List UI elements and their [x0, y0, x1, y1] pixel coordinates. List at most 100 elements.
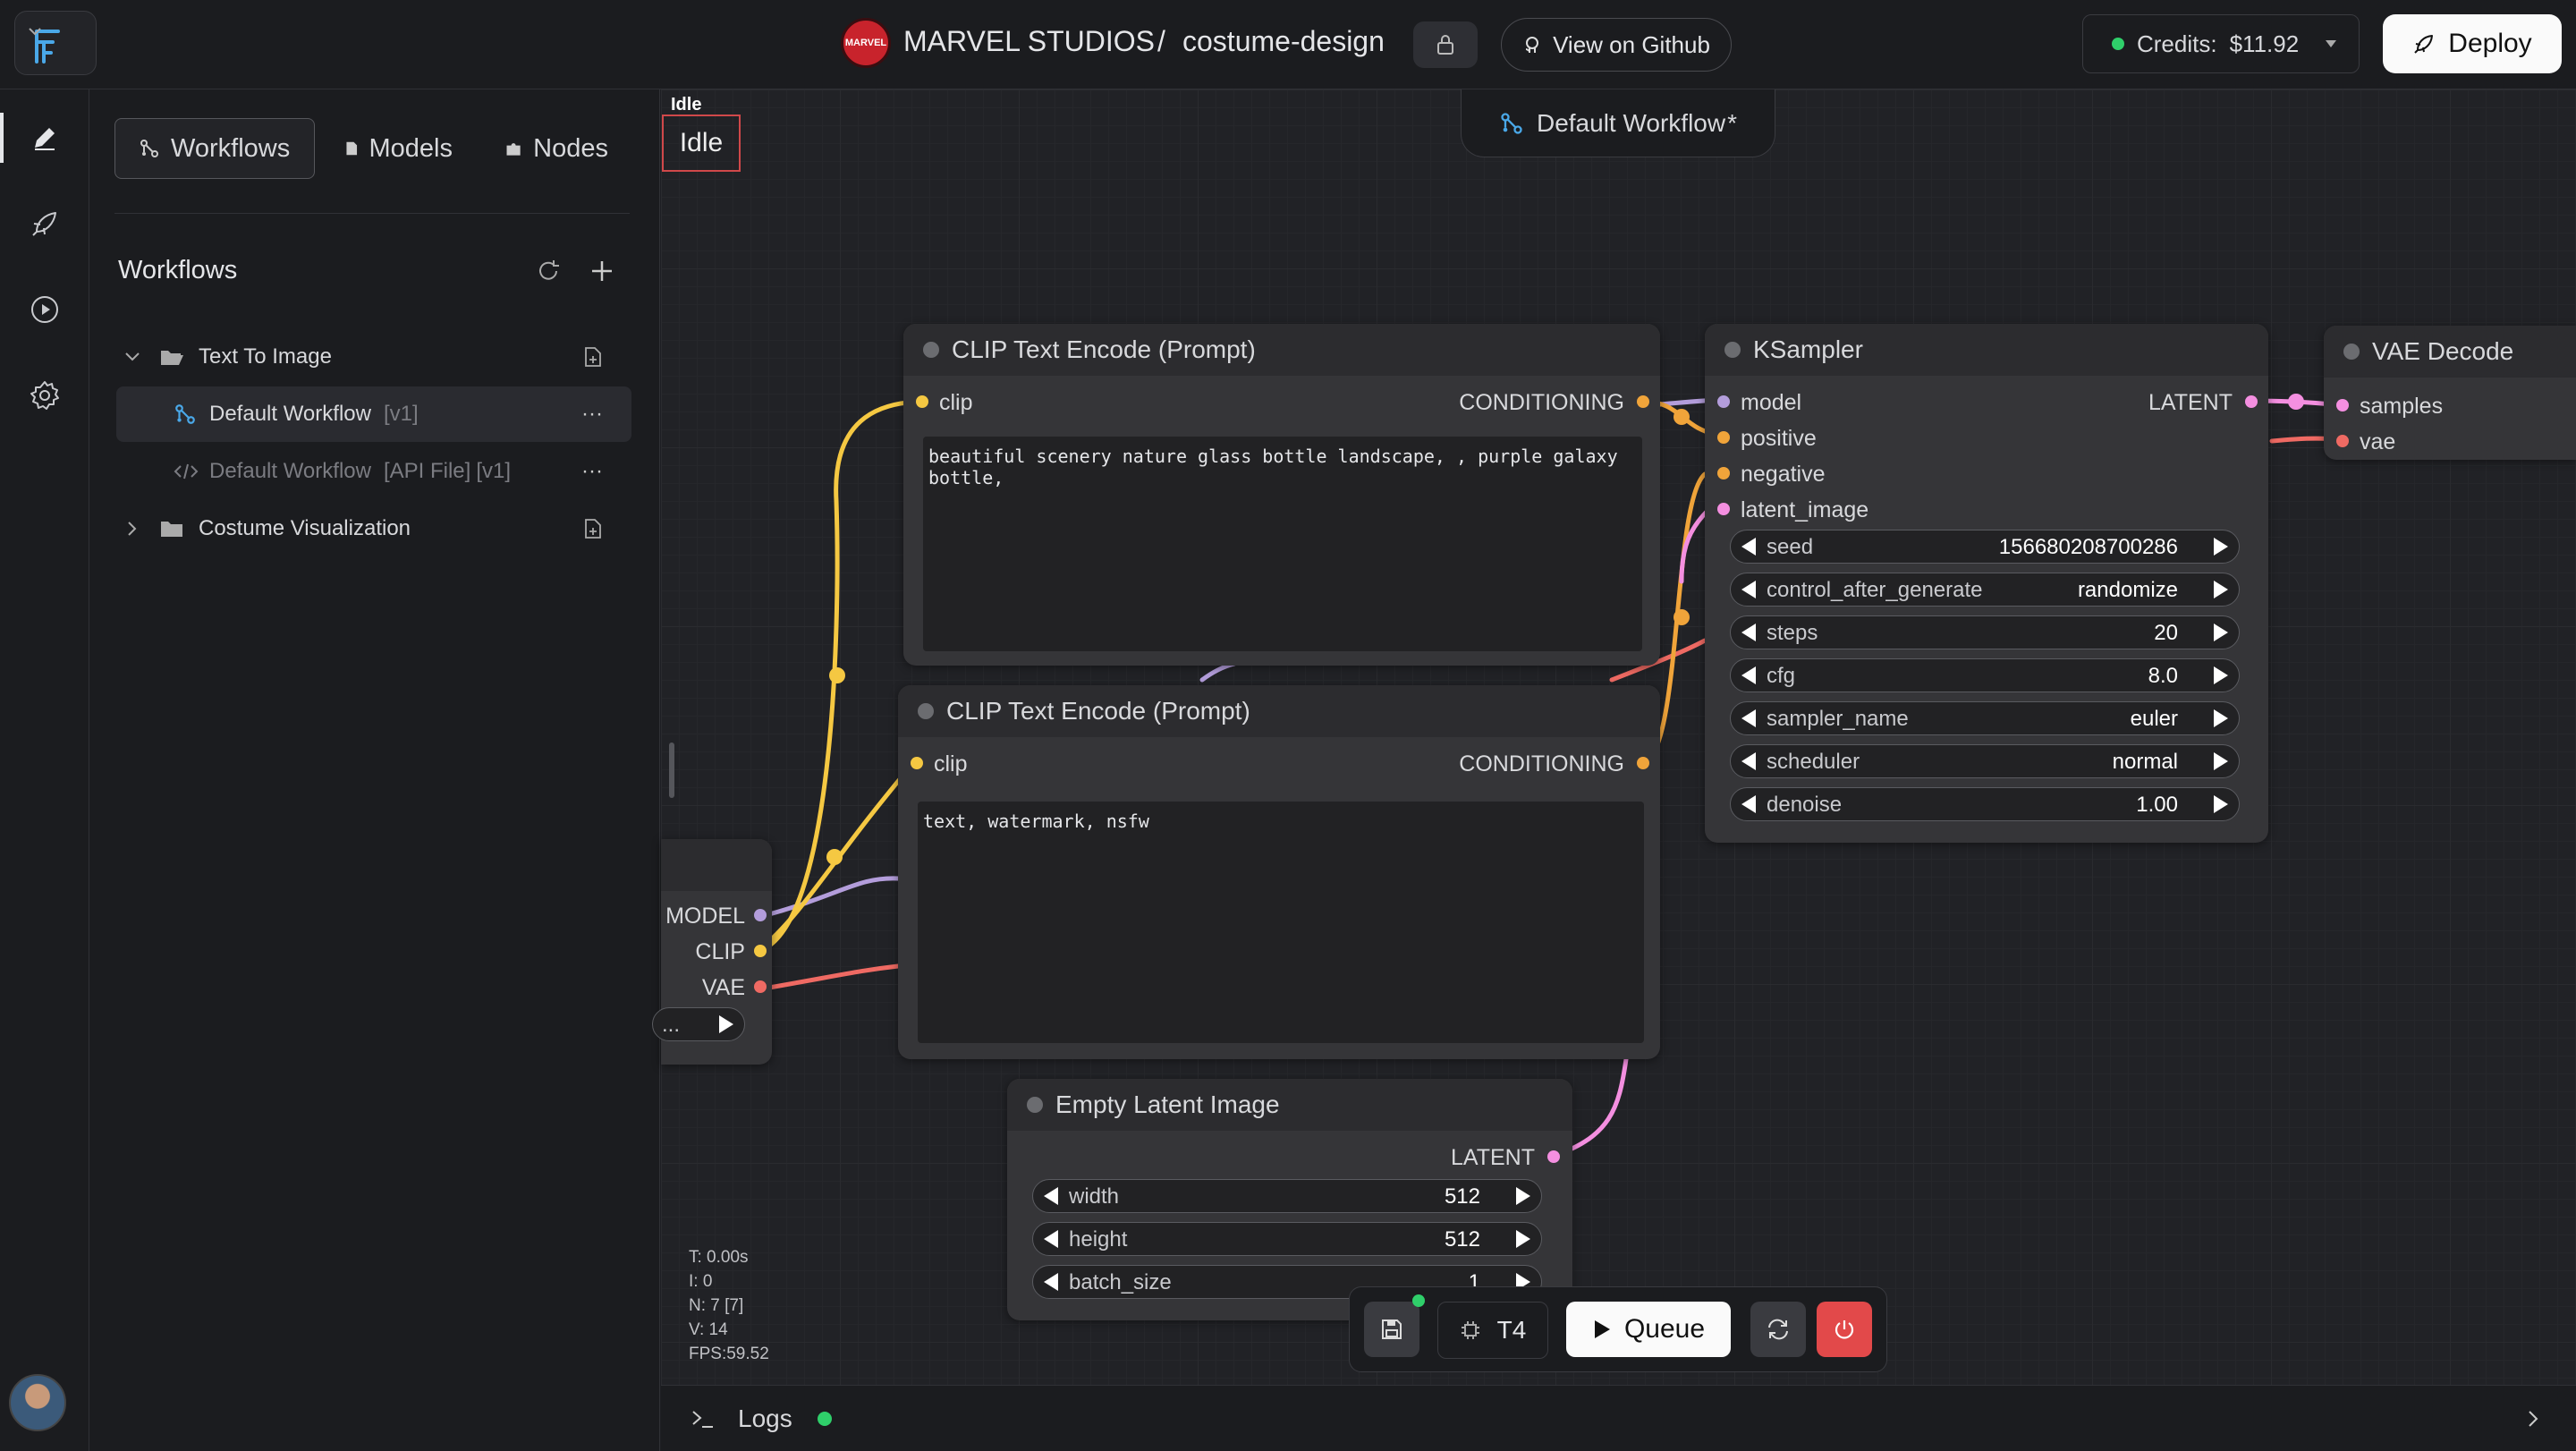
chevron-right-icon[interactable]: [2524, 1408, 2542, 1430]
gpu-selector[interactable]: T4: [1437, 1302, 1548, 1359]
arrow-left-icon[interactable]: [1044, 1273, 1058, 1291]
arrow-left-icon[interactable]: [1741, 666, 1756, 684]
widget-cfg[interactable]: cfg 8.0: [1730, 658, 2240, 692]
arrow-right-icon[interactable]: [2214, 752, 2228, 770]
widget-sampler-name[interactable]: sampler_name euler: [1730, 701, 2240, 735]
node-empty-latent-image[interactable]: Empty Latent Image LATENT width 512 heigh…: [1007, 1079, 1572, 1320]
ckpt-name-widget[interactable]: ...: [652, 1007, 745, 1041]
output-latent-port[interactable]: [1547, 1150, 1560, 1163]
widget-steps-label: steps: [1767, 621, 1818, 645]
node-checkpoint-loader[interactable]: MODEL CLIP VAE ...: [652, 839, 772, 1065]
widget-cfg-value: 8.0: [2148, 664, 2178, 688]
arrow-right-icon[interactable]: [2214, 581, 2228, 598]
node-collapse-dot[interactable]: [2343, 344, 2360, 360]
node-clip-text-encode-positive[interactable]: CLIP Text Encode (Prompt) clip CONDITION…: [903, 324, 1660, 666]
stop-button[interactable]: [1817, 1302, 1872, 1357]
queue-toolbar: T4 Queue: [1349, 1286, 1887, 1372]
widget-width-label: width: [1069, 1184, 1120, 1209]
node-collapse-dot[interactable]: [923, 342, 939, 358]
auto-queue-toggle[interactable]: [1750, 1302, 1806, 1357]
widget-width[interactable]: width 512: [1032, 1179, 1542, 1213]
gpu-label: T4: [1496, 1316, 1527, 1344]
node-collapse-dot[interactable]: [918, 703, 934, 719]
widget-scheduler-label: scheduler: [1767, 750, 1860, 774]
node-vae-decode[interactable]: VAE Decode samples vae: [2324, 326, 2576, 460]
input-latent-image-port[interactable]: [1717, 503, 1730, 515]
queue-label: Queue: [1623, 1314, 1706, 1344]
workflow-tab-modified: *: [1727, 108, 1737, 137]
node-collapse-dot[interactable]: [1724, 342, 1741, 358]
arrow-left-icon[interactable]: [1741, 795, 1756, 813]
widget-denoise[interactable]: denoise 1.00: [1730, 787, 2240, 821]
node-clip1-header[interactable]: CLIP Text Encode (Prompt): [903, 324, 1660, 376]
arrow-right-icon: [719, 1015, 733, 1033]
queue-button[interactable]: Queue: [1566, 1302, 1731, 1357]
output-latent-port[interactable]: [2245, 395, 2258, 408]
widget-scheduler-value: normal: [2112, 750, 2178, 774]
arrow-right-icon[interactable]: [2214, 624, 2228, 641]
node-clip-text-encode-negative[interactable]: CLIP Text Encode (Prompt) clip CONDITION…: [898, 685, 1660, 1059]
node-vae-decode-header[interactable]: VAE Decode: [2324, 326, 2576, 378]
prompt-textarea-negative[interactable]: text, watermark, nsfw: [918, 802, 1644, 1043]
output-clip-label: CLIP: [695, 939, 745, 964]
link-reroute-dot: [1674, 609, 1690, 625]
arrow-left-icon[interactable]: [1741, 752, 1756, 770]
input-clip-port[interactable]: [911, 757, 923, 769]
stat-iterations: I: 0: [689, 1272, 713, 1291]
output-latent-label: LATENT: [2148, 390, 2233, 415]
widget-seed[interactable]: seed 156680208700286: [1730, 530, 2240, 564]
input-vae-label: vae: [2360, 429, 2396, 454]
output-conditioning-port[interactable]: [1637, 395, 1649, 408]
input-positive-port[interactable]: [1717, 431, 1730, 444]
node-ksampler[interactable]: KSampler model positive negative latent_…: [1705, 324, 2268, 843]
arrow-right-icon[interactable]: [2214, 538, 2228, 556]
save-status-dot: [1412, 1294, 1425, 1307]
logs-label: Logs: [738, 1404, 792, 1432]
widget-cfg-label: cfg: [1767, 664, 1796, 688]
workflow-tab[interactable]: Default Workflow *: [1461, 89, 1775, 157]
output-vae-port[interactable]: [754, 980, 767, 993]
stat-time: T: 0.00s: [689, 1248, 749, 1267]
arrow-right-icon[interactable]: [2214, 795, 2228, 813]
node-clip2-header[interactable]: CLIP Text Encode (Prompt): [898, 685, 1660, 737]
output-conditioning-port[interactable]: [1637, 757, 1649, 769]
input-model-port[interactable]: [1717, 395, 1730, 408]
input-negative-port[interactable]: [1717, 467, 1730, 479]
output-model-port[interactable]: [754, 909, 767, 921]
widget-seed-label: seed: [1767, 535, 1814, 559]
output-clip-port[interactable]: [754, 945, 767, 957]
node-checkpoint-loader-header[interactable]: [661, 839, 772, 891]
status-label: Idle: [671, 95, 702, 115]
node-latent-header[interactable]: Empty Latent Image: [1007, 1079, 1572, 1131]
arrow-left-icon[interactable]: [1741, 624, 1756, 641]
logs-panel-bar[interactable]: Logs: [661, 1385, 2576, 1451]
arrow-right-icon[interactable]: [1516, 1187, 1530, 1205]
save-button[interactable]: [1364, 1302, 1419, 1357]
widget-control-value: randomize: [2077, 578, 2178, 602]
widget-control-label: control_after_generate: [1767, 578, 1983, 602]
widget-batch-size-label: batch_size: [1069, 1270, 1172, 1294]
widget-height[interactable]: height 512: [1032, 1222, 1542, 1256]
arrow-left-icon[interactable]: [1741, 581, 1756, 598]
arrow-left-icon[interactable]: [1741, 709, 1756, 727]
workflow-icon: [1501, 112, 1522, 134]
arrow-left-icon[interactable]: [1741, 538, 1756, 556]
input-samples-port[interactable]: [2336, 399, 2349, 412]
widget-steps[interactable]: steps 20: [1730, 615, 2240, 649]
input-clip-port[interactable]: [916, 395, 928, 408]
node-ksampler-header[interactable]: KSampler: [1705, 324, 2268, 376]
widget-height-value: 512: [1444, 1227, 1480, 1252]
widget-control-after-generate[interactable]: control_after_generate randomize: [1730, 573, 2240, 607]
input-clip-label: clip: [934, 751, 968, 776]
arrow-right-icon[interactable]: [2214, 709, 2228, 727]
widget-scheduler[interactable]: scheduler normal: [1730, 744, 2240, 778]
arrow-right-icon[interactable]: [1516, 1230, 1530, 1248]
link-reroute-dot: [829, 667, 845, 683]
prompt-textarea-positive[interactable]: beautiful scenery nature glass bottle la…: [923, 437, 1642, 651]
arrow-left-icon[interactable]: [1044, 1187, 1058, 1205]
arrow-right-icon[interactable]: [2214, 666, 2228, 684]
widget-sampler-value: euler: [2130, 707, 2178, 731]
arrow-left-icon[interactable]: [1044, 1230, 1058, 1248]
node-collapse-dot[interactable]: [1027, 1097, 1043, 1113]
input-vae-port[interactable]: [2336, 435, 2349, 447]
